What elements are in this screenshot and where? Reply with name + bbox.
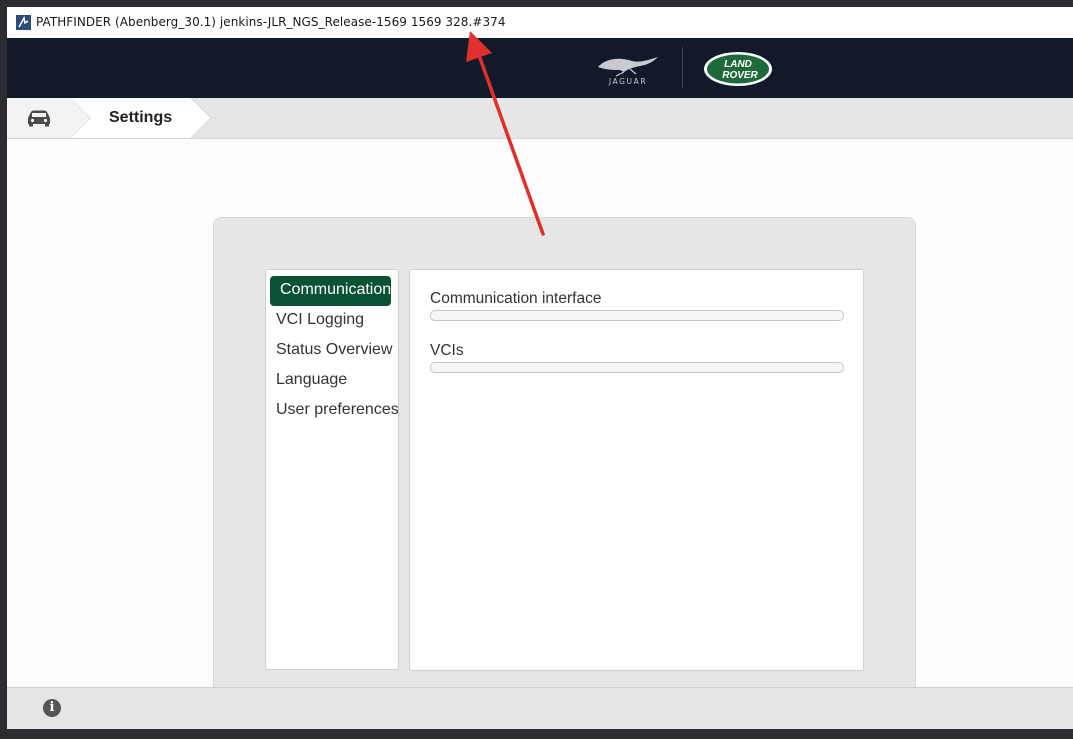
title-bar: PATHFINDER (Abenberg_30.1) jenkins-JLR_N… (7, 7, 1073, 38)
brand-divider (682, 47, 683, 88)
settings-menu: Communication VCI Logging Status Overvie… (265, 269, 399, 431)
pathfinder-app-icon (16, 15, 31, 30)
info-icon[interactable]: i (43, 699, 61, 717)
communication-interface-select[interactable] (430, 310, 844, 321)
settings-menu-lower (265, 429, 399, 670)
breadcrumb-home[interactable] (7, 98, 71, 138)
land-rover-wordmark-line2: ROVER (722, 70, 758, 81)
window-title: PATHFINDER (Abenberg_30.1) jenkins-JLR_N… (36, 15, 506, 29)
car-icon (28, 110, 50, 127)
communication-settings: Communication interface VCIs (409, 269, 864, 671)
settings-panel: Communication VCI Logging Status Overvie… (213, 217, 916, 699)
menu-item-status-overview[interactable]: Status Overview (270, 336, 392, 366)
jaguar-wordmark: JAGUAR (608, 77, 647, 86)
land-rover-logo: LAND ROVER (704, 52, 772, 86)
brand-header: JAGUAR LAND ROVER (7, 38, 1073, 98)
land-rover-wordmark-line1: LAND (724, 59, 752, 70)
vcis-select[interactable] (430, 362, 844, 373)
vcis-label: VCIs (430, 342, 464, 359)
menu-item-vci-logging[interactable]: VCI Logging (270, 306, 391, 336)
menu-item-communication[interactable]: Communication (270, 276, 391, 306)
breadcrumb: Settings (7, 98, 1073, 139)
menu-item-language[interactable]: Language (270, 366, 391, 396)
menu-item-user-preferences[interactable]: User preferences (270, 396, 399, 426)
communication-interface-label: Communication interface (430, 290, 602, 307)
breadcrumb-current-label: Settings (109, 109, 173, 126)
settings-page: Communication VCI Logging Status Overvie… (7, 139, 1073, 699)
app-window: PATHFINDER (Abenberg_30.1) jenkins-JLR_N… (7, 7, 1073, 729)
breadcrumb-settings[interactable]: Settings (71, 98, 211, 138)
footer-bar: i (7, 687, 1073, 729)
jaguar-logo: JAGUAR (598, 57, 658, 86)
